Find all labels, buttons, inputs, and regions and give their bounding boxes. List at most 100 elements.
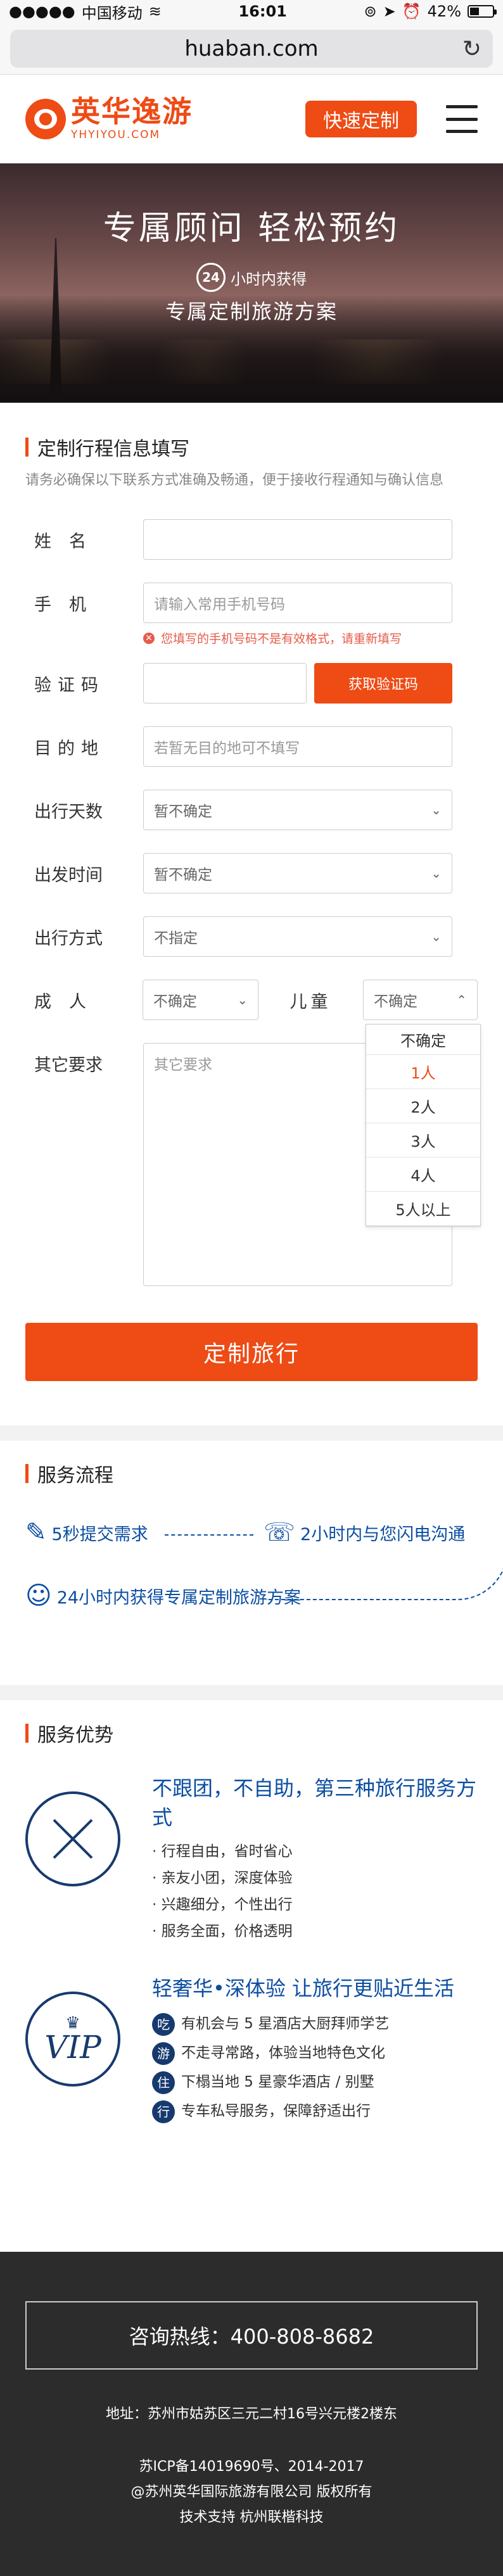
chevron-down-icon: ⌄: [431, 802, 442, 818]
advantage-2-text: 不走寻常路，体验当地特色文化: [181, 2045, 385, 2061]
destination-input[interactable]: 若暂无目的地可不填写: [143, 726, 452, 767]
child-option[interactable]: 不确定: [366, 1025, 480, 1055]
phone-error: ✕ 您填写的手机号码不是有效格式，请重新填写: [143, 629, 452, 647]
child-option[interactable]: 2人: [366, 1089, 480, 1123]
lock-rotation-icon: ⊚: [364, 3, 377, 20]
child-label: 儿童: [290, 992, 332, 1012]
name-input[interactable]: [143, 519, 452, 560]
process-step-1: ✎ 5秒提交需求: [25, 1518, 148, 1547]
logo[interactable]: 英华逸游 YHYIYOU.COM: [25, 97, 193, 141]
chevron-down-icon: ⌄: [431, 866, 442, 881]
page: ●●●●● 中国移动 ≋ 16:01 ⊚ ➤ ⏰ 42% huaban.com …: [0, 0, 503, 2576]
mode-value: 不指定: [154, 930, 198, 947]
error-icon: ✕: [143, 632, 155, 644]
adult-select[interactable]: 不确定 ⌄: [142, 980, 258, 1020]
address-text: 地址：苏州市姑苏区三元二村16号兴元楼2楼东: [106, 2406, 397, 2422]
signal-icon: ●●●●●: [9, 3, 75, 20]
child-dropdown: 不确定 1人 2人 3人 4人 5人以上: [366, 1024, 481, 1227]
hero-title: 专属顾问 轻松预约: [103, 210, 400, 248]
vip-text: VIP: [44, 2029, 101, 2066]
days-value: 暂不确定: [154, 804, 212, 820]
phone-error-text: 您填写的手机号码不是有效格式，请重新填写: [161, 632, 402, 646]
browser-toolbar: huaban.com ↻: [0, 23, 503, 75]
days-select[interactable]: 暂不确定 ⌄: [143, 790, 452, 830]
badge-number: 24: [202, 270, 220, 285]
process-step-3: ☺ 24小时内获得专属定制旅游方案: [25, 1581, 301, 1610]
carrier-label: 中国移动: [81, 4, 143, 22]
step-3-text: 24小时内获得专属定制旅游方案: [56, 1588, 302, 1608]
menu-icon[interactable]: [446, 105, 478, 133]
mode-label: 出行方式: [34, 928, 103, 949]
step-1-text: 5秒提交需求: [51, 1524, 148, 1544]
eat-tag-icon: 吃: [152, 2012, 175, 2036]
url-text: huaban.com: [184, 35, 319, 61]
advantage-2-text: 专车私导服务，保障舒适出行: [181, 2103, 371, 2119]
date-value: 暂不确定: [154, 867, 212, 883]
stay-tag-icon: 住: [152, 2071, 175, 2094]
service-advantages: 服务优势 不跟团，不自助，第三种旅行服务方式 · 行程自由，省时省心 · 亲友小…: [0, 1700, 503, 2151]
reload-icon[interactable]: ↻: [462, 36, 481, 62]
child-option[interactable]: 1人: [366, 1055, 480, 1089]
advantage-1-point: · 亲友小团，深度体验: [152, 1870, 293, 1886]
phone-input[interactable]: 请输入常用手机号码: [143, 583, 452, 623]
phone-label: 手机: [34, 595, 104, 615]
advantage-2-point: 住下榻当地 5 星豪华酒店 / 别墅: [152, 2068, 454, 2097]
address-bar[interactable]: huaban.com ↻: [10, 29, 493, 68]
date-select[interactable]: 暂不确定 ⌄: [143, 853, 452, 893]
transport-tag-icon: 行: [152, 2100, 175, 2123]
adult-value: 不确定: [153, 994, 197, 1010]
date-label: 出发时间: [34, 865, 103, 885]
advantage-2-title: 轻奢华•深体验 让旅行更贴近生活: [152, 1976, 455, 2000]
child-option[interactable]: 5人以上: [366, 1192, 480, 1226]
child-select[interactable]: 不确定 ⌃: [362, 980, 478, 1020]
mode-select[interactable]: 不指定 ⌄: [143, 916, 452, 957]
advantage-1-point: · 兴趣细分，个性出行: [152, 1897, 293, 1913]
form-title: 定制行程信息填写: [25, 433, 478, 461]
hero-badge-text: 小时内获得: [231, 270, 307, 288]
section-divider: [0, 1425, 503, 1441]
form-note: 请务必确保以下联系方式准确及畅通，便于接收行程通知与确认信息: [25, 472, 444, 488]
service-process: 服务流程 ✎ 5秒提交需求 ☏ 2小时内与您闪电沟通 ☺ 24小时内获得专属定制…: [0, 1441, 503, 1685]
booking-form: 定制行程信息填写 请务必确保以下联系方式准确及畅通，便于接收行程通知与确认信息 …: [0, 403, 503, 1286]
wifi-icon: ≋: [148, 3, 162, 20]
advantage-item: ♛ VIP 轻奢华•深体验 让旅行更贴近生活 吃有机会与 5 星酒店大厨拜师学艺…: [25, 1973, 478, 2126]
code-label: 验证码: [34, 675, 105, 695]
arrow-curve: [266, 1536, 503, 1600]
chevron-down-icon: ⌄: [431, 929, 442, 944]
battery-icon: [468, 5, 497, 18]
logo-name: 英华逸游: [71, 94, 193, 129]
site-footer: 咨询热线：400-808-8682 地址：苏州市姑苏区三元二村16号兴元楼2楼东…: [0, 2252, 503, 2576]
quick-custom-button[interactable]: 快速定制: [305, 101, 417, 137]
hotline-button[interactable]: 咨询热线：400-808-8682: [25, 2301, 478, 2370]
arrow-dashed: [165, 1534, 253, 1536]
other-label: 其它要求: [34, 1055, 103, 1075]
status-bar: ●●●●● 中国移动 ≋ 16:01 ⊚ ➤ ⏰ 42%: [0, 0, 503, 23]
process-title: 服务流程: [25, 1460, 478, 1487]
child-option[interactable]: 4人: [366, 1158, 480, 1192]
advantage-1-title: 不跟团，不自助，第三种旅行服务方式: [152, 1776, 477, 1829]
phone-24h-icon: 24: [196, 263, 226, 292]
advantage-2-text: 有机会与 5 星酒店大厨拜师学艺: [181, 2016, 390, 2032]
copyright-text: @苏州英华国际旅游有限公司 版权所有: [131, 2484, 372, 2500]
clock: 16:01: [238, 3, 287, 20]
submit-button[interactable]: 定制旅行: [25, 1323, 478, 1381]
advantage-2-point: 游不走寻常路，体验当地特色文化: [152, 2038, 454, 2068]
section-divider: [0, 1685, 503, 1700]
get-code-button[interactable]: 获取验证码: [314, 663, 452, 704]
chevron-up-icon: ⌃: [456, 992, 467, 1007]
child-option[interactable]: 3人: [366, 1123, 480, 1158]
advantage-2-text: 下榻当地 5 星豪华酒店 / 别墅: [181, 2074, 374, 2090]
icp-text: 苏ICP备14019690号、2014-2017: [139, 2459, 364, 2475]
verification-code-input[interactable]: [143, 663, 307, 704]
advantage-item: 不跟团，不自助，第三种旅行服务方式 · 行程自由，省时省心 · 亲友小团，深度体…: [25, 1772, 478, 1945]
days-label: 出行天数: [34, 802, 103, 822]
support-text: 技术支持 杭州联楷科技: [179, 2510, 324, 2525]
advantage-2-point: 行专车私导服务，保障舒适出行: [152, 2097, 454, 2126]
advantage-2-point: 吃有机会与 5 星酒店大厨拜师学艺: [152, 2009, 454, 2038]
alarm-icon: ⏰: [402, 3, 421, 20]
x-circle-icon: [25, 1791, 120, 1886]
smile-icon: ☺: [25, 1581, 52, 1610]
location-icon: ➤: [383, 3, 396, 20]
travel-tag-icon: 游: [152, 2042, 175, 2065]
logo-icon: [25, 99, 66, 139]
